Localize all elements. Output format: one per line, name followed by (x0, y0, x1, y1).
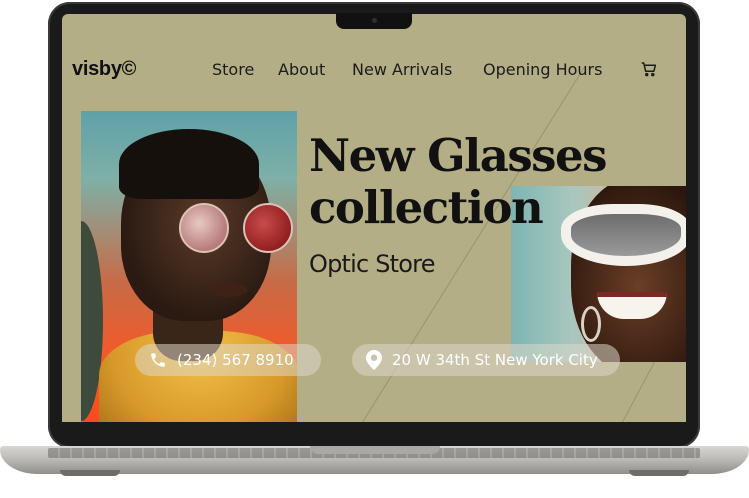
phone-icon (151, 353, 165, 367)
phone-number: (234) 567 8910 (177, 351, 294, 369)
cart-icon[interactable] (640, 60, 658, 78)
address-text: 20 W 34th St New York City (392, 351, 598, 369)
hero-headline: New Glasses collection (309, 130, 639, 234)
hair (119, 129, 259, 199)
nav-about[interactable]: About (278, 60, 325, 79)
site-logo[interactable]: visby© (72, 58, 136, 81)
sunglasses-lens (243, 203, 293, 253)
headline-line-1: New Glasses (309, 129, 607, 182)
location-pin-icon (366, 350, 382, 370)
address-pill[interactable]: 20 W 34th St New York City (352, 344, 620, 376)
hero-subheadline: Optic Store (309, 250, 435, 278)
sunglasses-lens (179, 203, 229, 253)
camera-notch (336, 13, 412, 29)
nav-opening-hours[interactable]: Opening Hours (483, 60, 602, 79)
earring (581, 306, 601, 342)
nav-new-arrivals[interactable]: New Arrivals (352, 60, 452, 79)
nav-store[interactable]: Store (212, 60, 254, 79)
phone-pill[interactable]: (234) 567 8910 (135, 344, 321, 376)
camera-icon (372, 18, 377, 23)
headline-line-2: collection (309, 181, 544, 234)
laptop-foot (60, 470, 120, 476)
laptop-opening-groove (310, 446, 440, 454)
lips (211, 283, 247, 297)
website-screen: visby© Store About New Arrivals Opening … (62, 14, 686, 422)
laptop-foot (629, 470, 689, 476)
